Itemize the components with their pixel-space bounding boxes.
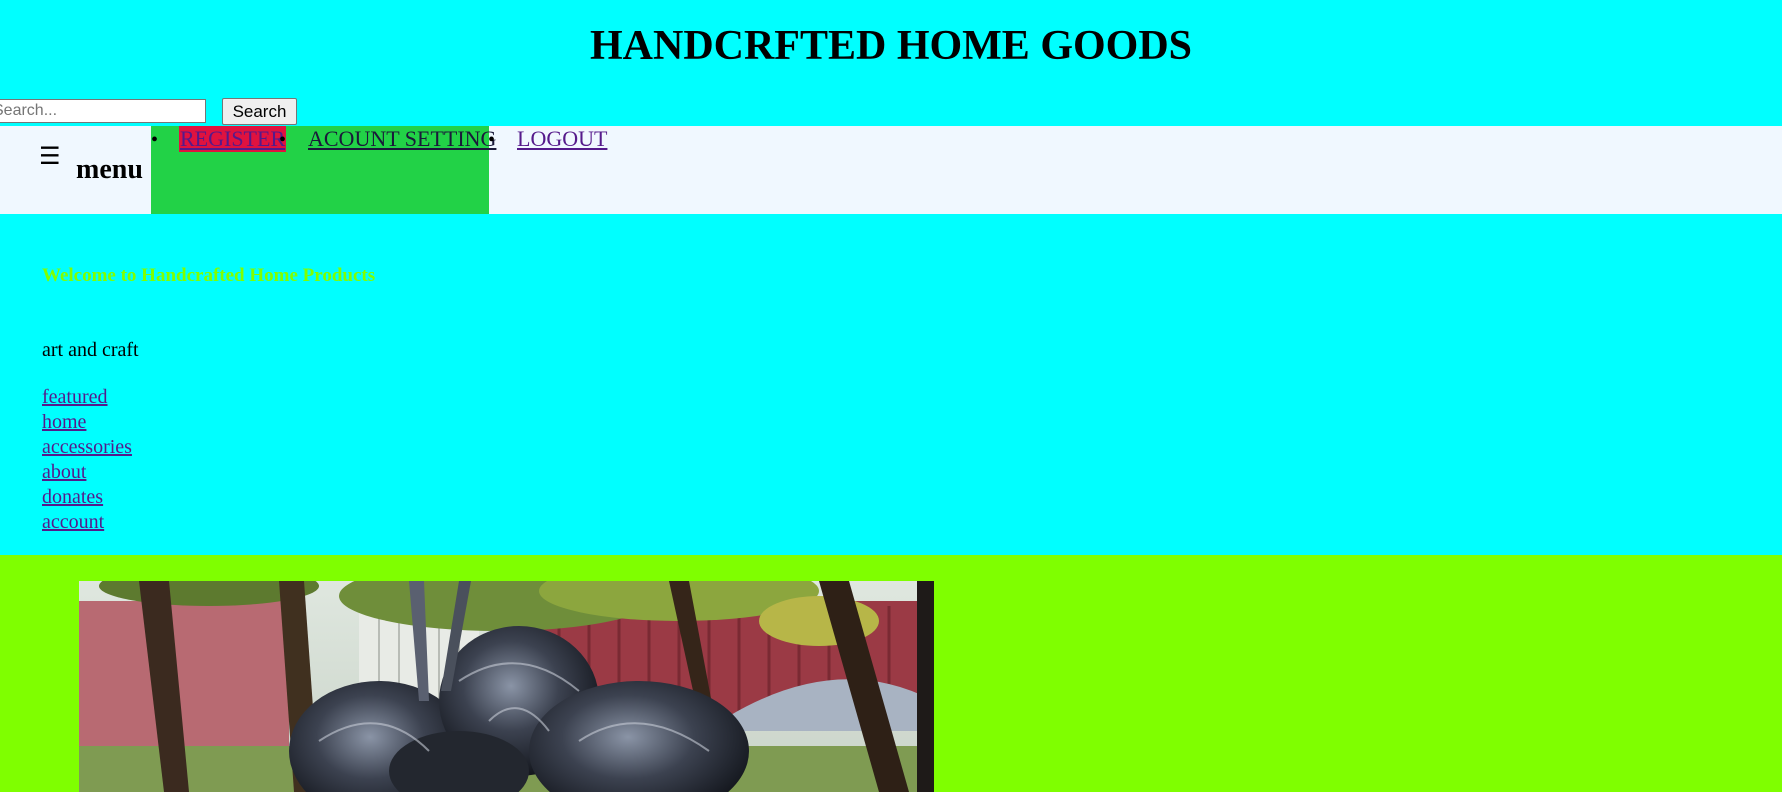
list-item: accessories: [42, 435, 132, 460]
list-item: featured: [42, 385, 132, 410]
list-item: account: [42, 510, 132, 535]
home-link[interactable]: home: [42, 411, 86, 433]
menu-label: menu: [76, 154, 143, 185]
category-links: featured home accessories about donates …: [42, 385, 132, 535]
hamburger-menu-icon[interactable]: ☰: [39, 142, 61, 170]
welcome-heading: Welcome to Handcrafted Home Products: [42, 265, 376, 286]
tagline: art and craft: [42, 339, 139, 361]
featured-link[interactable]: featured: [42, 386, 108, 408]
list-item: home: [42, 410, 132, 435]
nav-bullet: •: [488, 129, 496, 151]
donates-link[interactable]: donates: [42, 486, 103, 508]
about-link[interactable]: about: [42, 461, 86, 483]
hero-image: [79, 581, 934, 792]
list-item: about: [42, 460, 132, 485]
nav-bullet: •: [151, 129, 159, 151]
site-title: HANDCRFTED HOME GOODS: [589, 23, 1193, 69]
nav-bullet: •: [279, 129, 287, 151]
list-item: donates: [42, 485, 132, 510]
accessories-link[interactable]: accessories: [42, 436, 132, 458]
search-button[interactable]: Search: [222, 98, 297, 125]
nav-register-link[interactable]: REGISTER: [179, 126, 287, 152]
account-link[interactable]: account: [42, 511, 104, 533]
nav-logout-link[interactable]: LOGOUT: [517, 126, 607, 152]
search-input[interactable]: [0, 99, 206, 123]
nav-account-setting-link[interactable]: ACOUNT SETTING: [308, 126, 496, 152]
